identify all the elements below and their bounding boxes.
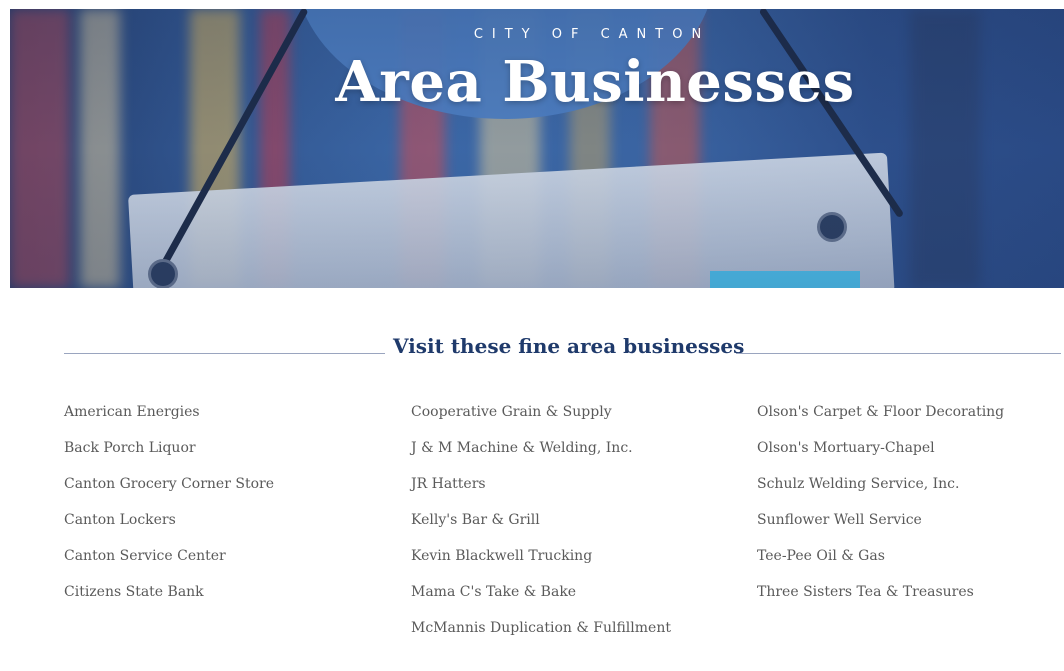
page-title: Area Businesses xyxy=(335,49,855,115)
business-item: McMannis Duplication & Fulfillment xyxy=(411,620,671,636)
business-item: Sunflower Well Service xyxy=(757,512,922,528)
divider-right xyxy=(736,353,1061,354)
business-item: J & M Machine & Welding, Inc. xyxy=(411,440,633,456)
business-item: Canton Grocery Corner Store xyxy=(64,476,274,492)
business-list-column-1: American Energies Back Porch Liquor Cant… xyxy=(64,403,274,619)
business-item: Olson's Mortuary-Chapel xyxy=(757,440,935,456)
business-item: JR Hatters xyxy=(411,476,486,492)
business-item: Tee-Pee Oil & Gas xyxy=(757,548,885,564)
business-list-column-2: Cooperative Grain & Supply J & M Machine… xyxy=(411,403,671,655)
hero-kicker: CITY OF CANTON xyxy=(473,27,711,42)
business-item: Kevin Blackwell Trucking xyxy=(411,548,593,564)
business-list-column-3: Olson's Carpet & Floor Decorating Olson'… xyxy=(757,403,1004,619)
business-item: Canton Service Center xyxy=(64,548,226,564)
business-item: Canton Lockers xyxy=(64,512,176,528)
business-item: Three Sisters Tea & Treasures xyxy=(757,584,974,600)
section-heading-row: Visit these fine area businesses xyxy=(64,334,1061,364)
business-item: Back Porch Liquor xyxy=(64,440,196,456)
business-item: Kelly's Bar & Grill xyxy=(411,512,540,528)
hero-banner: CITY OF CANTON Area Businesses xyxy=(10,9,1064,288)
business-item: American Energies xyxy=(64,404,200,420)
section-heading: Visit these fine area businesses xyxy=(393,334,745,358)
business-item: Schulz Welding Service, Inc. xyxy=(757,476,960,492)
business-item: Citizens State Bank xyxy=(64,584,204,600)
business-item: Cooperative Grain & Supply xyxy=(411,404,612,420)
divider-left xyxy=(64,353,385,354)
business-item: Mama C's Take & Bake xyxy=(411,584,577,600)
top-strip xyxy=(0,0,1064,9)
business-item: Olson's Carpet & Floor Decorating xyxy=(757,404,1005,420)
